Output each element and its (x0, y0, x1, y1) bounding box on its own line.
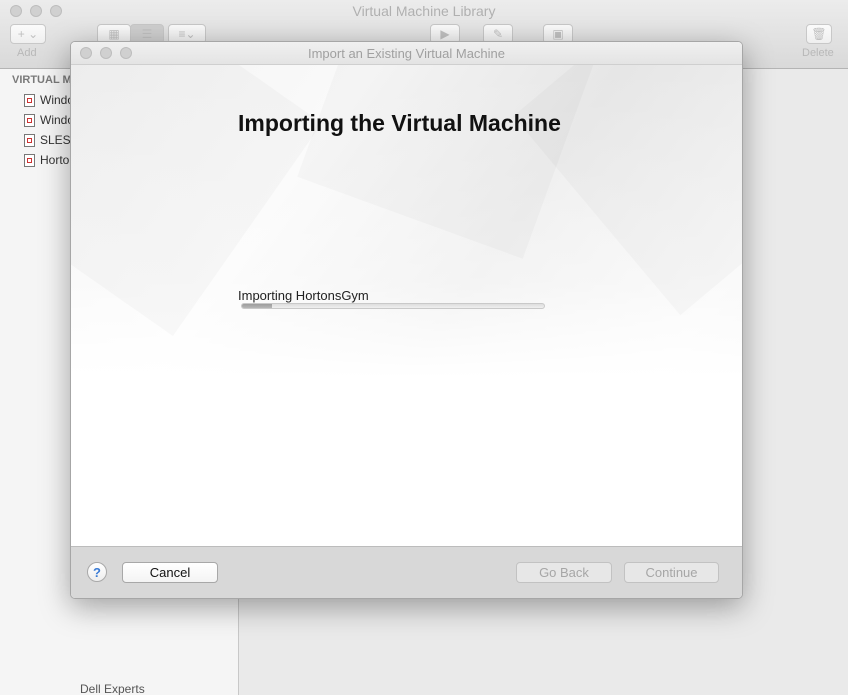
vm-label: Horto (40, 153, 70, 167)
vm-label: Windo (40, 113, 75, 127)
delete-label: Delete (802, 47, 834, 59)
sidebar-item-vm[interactable]: SLES (24, 131, 71, 149)
import-progress-bar (241, 303, 545, 309)
list-icon: ☰ (141, 27, 153, 41)
dialog-footer: ? Cancel Go Back Continue (71, 546, 742, 598)
dialog-titlebar: Import an Existing Virtual Machine (71, 42, 742, 65)
vm-label: SLES (40, 133, 71, 147)
play-icon: ▶ (440, 27, 450, 41)
sidebar-item-vm[interactable]: Windo (24, 111, 74, 129)
sidebar-heading: VIRTUAL M (12, 74, 72, 86)
vm-label: Windo (40, 93, 75, 107)
import-dialog: Import an Existing Virtual Machine Impor… (70, 41, 743, 599)
wrench-icon: ✎ (492, 27, 504, 41)
import-status-text: Importing HortonsGym (238, 288, 369, 303)
vm-icon (24, 113, 35, 127)
sidebar-item-vm[interactable]: Horto (24, 151, 69, 169)
vm-icon (24, 133, 35, 147)
dialog-title: Import an Existing Virtual Machine (307, 46, 506, 61)
plus-icon: + ⌄ (17, 27, 39, 41)
add-label: Add (17, 47, 37, 59)
continue-button[interactable]: Continue (624, 562, 719, 583)
trash-icon: 🗑 (811, 27, 827, 41)
sidebar-item-vm[interactable]: Windo (24, 91, 74, 109)
vm-icon (24, 93, 35, 107)
dialog-content: Importing the Virtual Machine Importing … (71, 65, 742, 546)
dialog-heading: Importing the Virtual Machine (238, 110, 561, 136)
help-label: ? (93, 564, 101, 580)
delete-button[interactable]: 🗑 (806, 24, 832, 44)
bottom-text-fragment: Dell Experts (80, 682, 145, 695)
help-button[interactable]: ? (87, 562, 107, 582)
go-back-button[interactable]: Go Back (516, 562, 612, 583)
import-progress-fill (242, 304, 273, 308)
go-back-label: Go Back (539, 565, 589, 580)
library-title: Virtual Machine Library (352, 3, 496, 19)
snapshot-icon: ▣ (552, 27, 564, 41)
cancel-button[interactable]: Cancel (122, 562, 218, 583)
cancel-label: Cancel (149, 565, 191, 580)
vm-icon (24, 153, 35, 167)
grid-icon: ▦ (108, 27, 120, 41)
add-button[interactable]: + ⌄ (10, 24, 46, 44)
sort-icon: ≡⌄ (178, 27, 196, 41)
continue-label: Continue (645, 565, 698, 580)
